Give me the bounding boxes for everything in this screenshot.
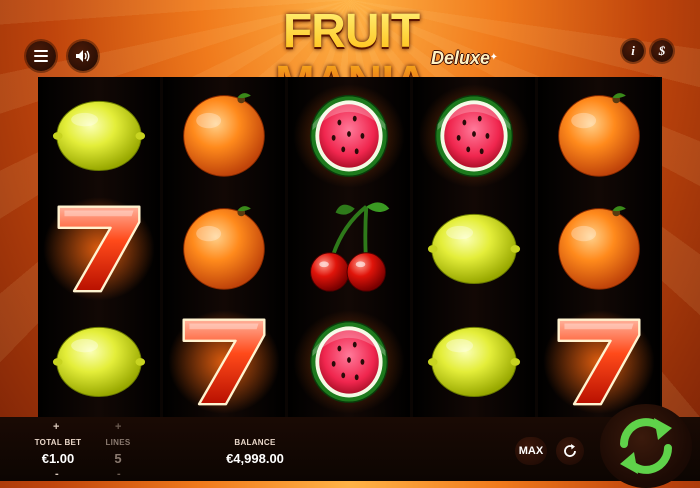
watermelon-icon [293, 83, 405, 188]
orange-icon [183, 92, 265, 177]
speaker-icon [76, 50, 90, 62]
reel-symbol-seven [38, 190, 160, 303]
paytable-button[interactable]: $ [651, 40, 673, 62]
reel-symbol-seven [538, 304, 660, 417]
reel-symbol-cherries [288, 190, 410, 303]
balance-value: €4,998.00 [226, 451, 284, 466]
increase-lines-button[interactable]: + [115, 422, 121, 433]
lemon-icon [52, 100, 146, 171]
orange-icon [558, 92, 640, 177]
lemon-icon [427, 213, 521, 284]
top-bar: FRUIT MANIA Deluxe ✦ i $ [0, 0, 700, 110]
balance-label: BALANCE [234, 438, 276, 447]
cherries-icon [310, 202, 390, 292]
lines: LINES 5 [98, 438, 138, 466]
max-bet-button[interactable]: MAX [515, 437, 547, 465]
increase-bet-button[interactable]: + [53, 422, 59, 433]
menu-button[interactable] [26, 41, 56, 71]
reel-symbol-orange [163, 190, 285, 303]
reels-area [38, 77, 662, 417]
reel-symbol-orange [538, 190, 660, 303]
reel-4 [413, 77, 535, 417]
reel-1 [38, 77, 160, 417]
reel-symbol-watermelon [288, 77, 410, 190]
spin-button[interactable] [600, 404, 692, 488]
reel-symbol-watermelon [413, 77, 535, 190]
reel-symbol-lemon [413, 304, 535, 417]
lemon-icon [427, 326, 521, 398]
watermelon-icon [293, 310, 405, 414]
reel-symbol-seven [163, 304, 285, 417]
total-bet: TOTAL BET €1.00 [28, 438, 88, 466]
game-logo: FRUIT MANIA Deluxe ✦ [212, 6, 498, 110]
decrease-lines-button[interactable]: - [117, 469, 121, 480]
reel-3 [288, 77, 410, 417]
orange-icon [183, 205, 265, 290]
hamburger-menu-icon [34, 50, 48, 62]
seven-icon [43, 196, 155, 301]
game-subtitle: Deluxe [430, 48, 490, 68]
reel-5 [538, 77, 660, 417]
decrease-bet-button[interactable]: - [55, 469, 59, 480]
reel-symbol-lemon [38, 304, 160, 417]
info-icon: i [631, 43, 635, 58]
sound-button[interactable] [68, 41, 98, 71]
balance: BALANCE €4,998.00 [200, 438, 310, 466]
total-bet-label: TOTAL BET [34, 438, 82, 447]
reel-2 [163, 77, 285, 417]
bottom-bar: + TOTAL BET €1.00 - + LINES 5 - BALANCE … [0, 417, 700, 481]
watermelon-icon [418, 83, 530, 188]
reel-symbol-lemon [38, 77, 160, 190]
lines-value: 5 [114, 451, 122, 466]
reel-symbol-watermelon [288, 304, 410, 417]
reel-symbol-orange [163, 77, 285, 190]
seven-icon [168, 310, 280, 414]
dollar-icon: $ [658, 43, 666, 58]
orange-icon [558, 205, 640, 290]
autoplay-button[interactable] [556, 437, 584, 465]
reel-symbol-orange [538, 77, 660, 190]
lines-label: LINES [105, 438, 131, 447]
info-button[interactable]: i [622, 40, 644, 62]
refresh-icon [564, 444, 576, 457]
seven-icon [543, 310, 655, 414]
reel-symbol-lemon [413, 190, 535, 303]
total-bet-value: €1.00 [41, 451, 75, 466]
spin-arrows-icon [620, 418, 672, 474]
lemon-icon [52, 326, 146, 398]
sparkle-icon: ✦ [489, 52, 498, 63]
